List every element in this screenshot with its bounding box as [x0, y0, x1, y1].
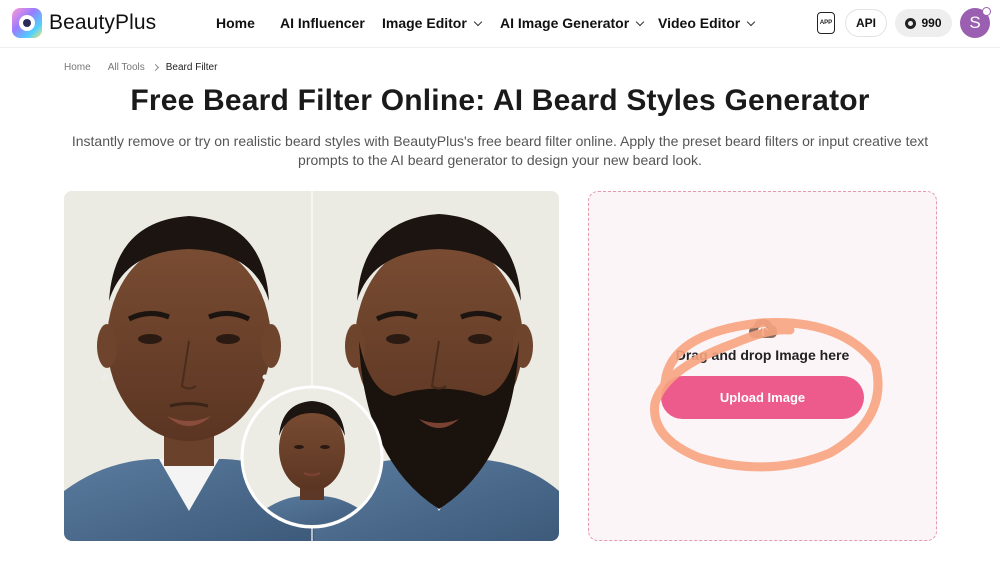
app-download-icon[interactable]: APP — [817, 12, 835, 34]
cloud-upload-icon — [749, 319, 777, 338]
credits-count: 990 — [921, 16, 942, 30]
nav-home[interactable]: Home — [216, 15, 255, 31]
breadcrumb-all-tools[interactable]: All Tools — [108, 62, 145, 73]
nav-video-editor-label: Video Editor — [658, 15, 741, 31]
nav-image-editor-label: Image Editor — [382, 15, 467, 31]
breadcrumb: Home All Tools Beard Filter — [64, 62, 217, 73]
upload-button-label: Upload Image — [719, 390, 806, 405]
upload-dropzone[interactable] — [588, 191, 937, 541]
chevron-down-icon — [473, 17, 483, 26]
chevron-down-icon — [635, 17, 645, 26]
upload-image-button[interactable]: Upload Image — [661, 376, 864, 419]
breadcrumb-home[interactable]: Home — [64, 62, 91, 73]
api-button-label: API — [855, 16, 876, 30]
top-navbar: BeautyPlus Home AI Influencer Image Edit… — [0, 0, 1000, 48]
nav-ai-image-generator[interactable]: AI Image Generator — [500, 15, 645, 31]
nav-ai-influencer-label: AI Influencer — [280, 15, 365, 31]
page-title: Free Beard Filter Online: AI Beard Style… — [130, 84, 870, 117]
credits-badge[interactable]: 990 — [895, 9, 952, 37]
nav-home-label: Home — [216, 15, 255, 31]
beautyplus-logo-icon — [12, 8, 42, 38]
nav-image-editor[interactable]: Image Editor — [382, 15, 483, 31]
drag-drop-text: Drag and drop Image here — [675, 347, 850, 363]
brand-logo[interactable]: BeautyPlus — [12, 8, 156, 38]
chevron-down-icon — [746, 17, 756, 26]
api-button[interactable]: API — [845, 9, 887, 37]
page-subtitle: Instantly remove or try on realistic bea… — [71, 133, 929, 168]
nav-ai-image-generator-label: AI Image Generator — [500, 15, 630, 31]
chevron-right-icon — [151, 63, 159, 72]
app-icon-label: APP — [819, 20, 833, 26]
avatar-badge-icon — [982, 7, 991, 16]
avatar-initial: S — [969, 13, 981, 32]
brand-name: BeautyPlus — [49, 11, 157, 34]
nav-ai-influencer[interactable]: AI Influencer — [280, 15, 365, 31]
breadcrumb-current: Beard Filter — [165, 62, 218, 73]
before-after-preview-image — [64, 191, 559, 541]
nav-video-editor[interactable]: Video Editor — [658, 15, 756, 31]
coin-icon — [905, 17, 917, 29]
